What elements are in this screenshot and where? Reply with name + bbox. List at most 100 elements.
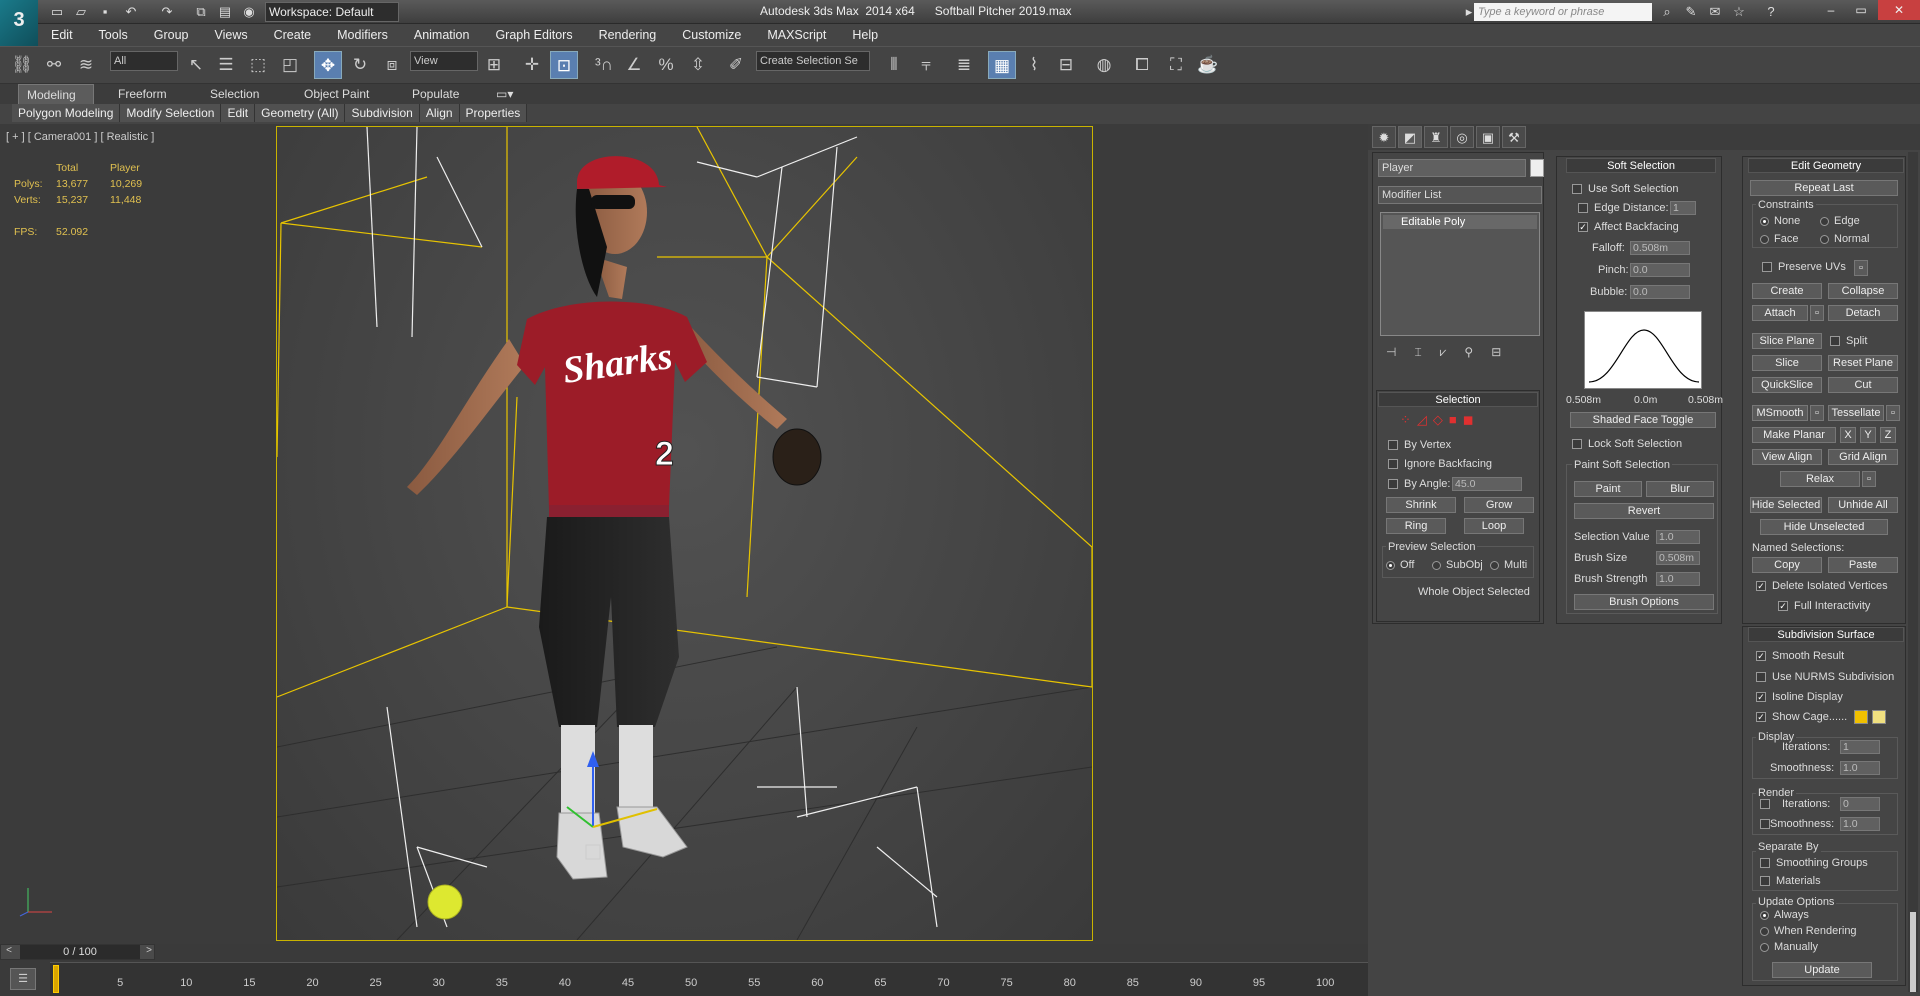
time-marker[interactable]	[53, 965, 59, 993]
panel-modify-selection[interactable]: Modify Selection	[120, 104, 222, 122]
unhide-all-button[interactable]: Unhide All	[1828, 497, 1898, 513]
stack-tools-icons[interactable]: ⊣⌶⩗⚲⊟	[1386, 345, 1519, 360]
ring-button[interactable]: Ring	[1386, 518, 1446, 534]
use-soft-selection-checkbox[interactable]	[1572, 184, 1582, 194]
msmooth-settings-icon[interactable]: ▫	[1810, 405, 1824, 421]
render-setup-icon[interactable]: ⧠	[1128, 51, 1156, 79]
pinch-spinner[interactable]: 0.0	[1630, 263, 1690, 277]
render-smoothness-checkbox[interactable]	[1760, 819, 1770, 829]
menu-customize[interactable]: Customize	[669, 24, 754, 46]
keyboard-shortcut-icon[interactable]: ⊡	[550, 51, 578, 79]
render-iterations-spinner[interactable]: 0	[1840, 797, 1880, 811]
save-icon[interactable]: ▪	[96, 3, 114, 21]
rect-selection-icon[interactable]: ⬚	[244, 51, 272, 79]
frame-counter[interactable]: 0 / 100	[20, 945, 140, 959]
split-checkbox[interactable]	[1830, 336, 1840, 346]
mirror-icon[interactable]: ⫴	[880, 51, 908, 79]
copy-button[interactable]: Copy	[1752, 557, 1822, 573]
update-always-radio[interactable]	[1760, 911, 1769, 920]
grid-align-button[interactable]: Grid Align	[1828, 449, 1898, 465]
paste-button[interactable]: Paste	[1828, 557, 1898, 573]
layer-manager-icon[interactable]: ≣	[950, 51, 978, 79]
render-frame-icon[interactable]: ⛶	[1162, 51, 1190, 79]
reference-coordinate-dropdown[interactable]: View	[410, 51, 478, 71]
make-planar-button[interactable]: Make Planar	[1752, 427, 1836, 443]
create-tab-icon[interactable]: ✹	[1372, 126, 1396, 148]
relax-settings-icon[interactable]: ▫	[1862, 471, 1876, 487]
subobject-level-icons[interactable]: ⁘◿◇■◼	[1400, 412, 1480, 428]
open-file-icon[interactable]: ▱	[72, 3, 90, 21]
tab-modeling[interactable]: Modeling	[18, 84, 94, 104]
shaded-face-toggle-button[interactable]: Shaded Face Toggle	[1570, 412, 1716, 428]
modifier-list-dropdown[interactable]: Modifier List	[1378, 186, 1542, 204]
motion-tab-icon[interactable]: ◎	[1450, 126, 1474, 148]
planar-y-button[interactable]: Y	[1860, 427, 1876, 443]
relax-button[interactable]: Relax	[1780, 471, 1860, 487]
menu-tools[interactable]: Tools	[86, 24, 141, 46]
falloff-spinner[interactable]: 0.508m	[1630, 241, 1690, 255]
update-manually-radio[interactable]	[1760, 943, 1769, 952]
edge-distance-checkbox[interactable]	[1578, 203, 1588, 213]
edit-geometry-title[interactable]: Edit Geometry	[1748, 158, 1904, 173]
object-name-field[interactable]: Player	[1378, 159, 1526, 177]
planar-z-button[interactable]: Z	[1880, 427, 1896, 443]
selection-filter-dropdown[interactable]: All	[110, 51, 178, 71]
constraint-face-radio[interactable]	[1760, 235, 1769, 244]
repeat-last-button[interactable]: Repeat Last	[1750, 180, 1898, 196]
delete-isolated-checkbox[interactable]: ✓	[1756, 581, 1766, 591]
named-selection-dropdown[interactable]: Create Selection Se	[756, 51, 870, 71]
menu-help[interactable]: Help	[839, 24, 891, 46]
cage-color-swatch-2[interactable]	[1872, 710, 1886, 724]
render-iterations-checkbox[interactable]	[1760, 799, 1770, 809]
ribbon-options-icon[interactable]: ▭▾	[488, 84, 521, 104]
graphite-toggle-icon[interactable]: ▦	[988, 51, 1016, 79]
hide-unselected-button[interactable]: Hide Unselected	[1760, 519, 1888, 535]
attach-button[interactable]: Attach	[1752, 305, 1808, 321]
bubble-spinner[interactable]: 0.0	[1630, 285, 1690, 299]
tessellate-settings-icon[interactable]: ▫	[1886, 405, 1900, 421]
preview-off-radio[interactable]	[1386, 561, 1395, 570]
affect-backfacing-checkbox[interactable]: ✓	[1578, 222, 1588, 232]
by-angle-checkbox[interactable]	[1388, 479, 1398, 489]
selection-value-spinner[interactable]: 1.0	[1656, 530, 1700, 544]
hierarchy-tab-icon[interactable]: ♜	[1424, 126, 1448, 148]
display-tab-icon[interactable]: ▣	[1476, 126, 1500, 148]
menu-modifiers[interactable]: Modifiers	[324, 24, 401, 46]
render-smoothness-spinner[interactable]: 1.0	[1840, 817, 1880, 831]
full-interactivity-checkbox[interactable]: ✓	[1778, 601, 1788, 611]
menu-group[interactable]: Group	[141, 24, 202, 46]
slice-plane-button[interactable]: Slice Plane	[1752, 333, 1822, 349]
brush-strength-spinner[interactable]: 1.0	[1656, 572, 1700, 586]
update-button[interactable]: Update	[1772, 962, 1872, 978]
panel-subdivision[interactable]: Subdivision	[345, 104, 420, 122]
create-button[interactable]: Create	[1752, 283, 1822, 299]
utilities-tab-icon[interactable]: ⚒	[1502, 126, 1526, 148]
panel-polygon-modeling[interactable]: Polygon Modeling	[12, 104, 121, 122]
spinner-snap-icon[interactable]: ⇳	[684, 51, 712, 79]
snaps-toggle-icon[interactable]: ³∩	[590, 51, 618, 79]
panel-align[interactable]: Align	[420, 104, 460, 122]
edge-distance-spinner[interactable]: 1	[1670, 201, 1696, 215]
viewport-label[interactable]: [ + ] [ Camera001 ] [ Realistic ]	[6, 131, 154, 143]
new-file-icon[interactable]: ▭	[48, 3, 66, 21]
loop-button[interactable]: Loop	[1464, 518, 1524, 534]
material-editor-icon[interactable]: ◍	[1090, 51, 1118, 79]
scrollbar-thumb[interactable]	[1910, 912, 1916, 992]
camera-viewport[interactable]: Sharks 2	[276, 126, 1093, 941]
materials-checkbox[interactable]	[1760, 876, 1770, 886]
prev-frame-icon[interactable]: <	[2, 945, 16, 959]
constraint-none-radio[interactable]	[1760, 217, 1769, 226]
use-nurms-checkbox[interactable]	[1756, 672, 1766, 682]
select-by-name-icon[interactable]: ☰	[212, 51, 240, 79]
project-folder-icon[interactable]: ◉	[240, 3, 258, 21]
cage-color-swatch-1[interactable]	[1854, 710, 1868, 724]
panel-properties[interactable]: Properties	[460, 104, 528, 122]
constraint-normal-radio[interactable]	[1820, 235, 1829, 244]
select-manipulate-icon[interactable]: ✛	[518, 51, 546, 79]
preserve-uvs-settings-icon[interactable]: ▫	[1854, 260, 1868, 276]
lock-soft-selection-checkbox[interactable]	[1572, 439, 1582, 449]
move-icon[interactable]: ✥	[314, 51, 342, 79]
menu-views[interactable]: Views	[201, 24, 260, 46]
selection-rollout-title[interactable]: Selection	[1378, 392, 1538, 407]
preview-subobj-radio[interactable]	[1432, 561, 1441, 570]
